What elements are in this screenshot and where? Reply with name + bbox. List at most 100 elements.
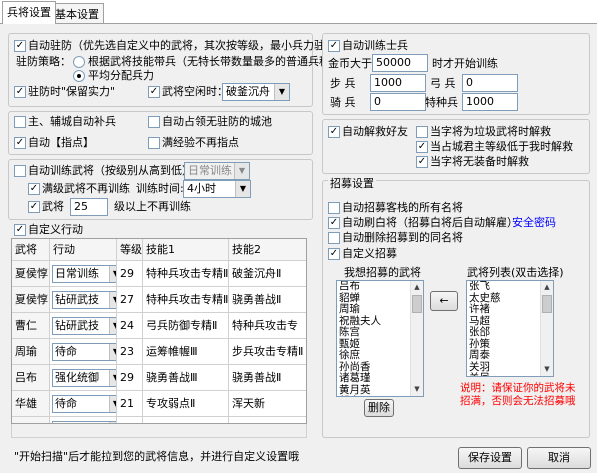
- infantry-label: 步 兵: [330, 77, 356, 90]
- recruit-opt-1-checkbox[interactable]: [328, 217, 340, 229]
- keep-strength-label: 驻防时"保留实力": [28, 85, 116, 98]
- action-select[interactable]: 强化统御 ▼: [52, 369, 116, 387]
- tab-general-settings[interactable]: 兵将设置: [2, 1, 56, 24]
- table-header-3[interactable]: 技能1: [143, 239, 229, 261]
- idle-general-checkbox[interactable]: [148, 86, 160, 98]
- auto-occupy-checkbox[interactable]: [148, 116, 160, 128]
- tab-basic-settings[interactable]: 基本设置: [50, 3, 104, 23]
- generals-list-scrollbar[interactable]: ▲ ▼: [540, 281, 553, 376]
- chevron-down-icon: ▼: [274, 84, 289, 100]
- scroll-down-icon[interactable]: ▼: [541, 363, 553, 376]
- special-label: 特种兵: [425, 96, 458, 109]
- recruit-opt-1-label: 自动刷白将（招募白将后自动解雇）: [342, 216, 518, 229]
- custom-action-checkbox[interactable]: [14, 224, 26, 236]
- generals-list[interactable]: 张飞太史慈许褚马超张郃孙策周泰关羽关凤甘宁▲▼: [466, 280, 554, 377]
- radio-average[interactable]: [73, 70, 85, 82]
- move-left-button[interactable]: ←: [430, 291, 458, 311]
- idle-action-select[interactable]: 破釜沉舟 ▼: [222, 83, 290, 101]
- table-header-0[interactable]: 武将: [12, 239, 50, 261]
- idle-action-value: 破釜沉舟: [226, 85, 270, 98]
- action-select[interactable]: 钻研武技 ▼: [52, 317, 116, 335]
- general-level-input[interactable]: 25: [70, 198, 108, 216]
- recruit-opt-0-checkbox[interactable]: [328, 202, 340, 214]
- table-cell: 23: [117, 339, 143, 365]
- action-select[interactable]: 待命 ▼: [52, 343, 116, 361]
- train-time-label: 训练时间:: [136, 182, 184, 195]
- infantry-input[interactable]: 1000: [370, 74, 426, 92]
- idle-general-label: 武将空闲时：: [162, 85, 228, 98]
- auto-train-troops-label: 自动训练士兵: [342, 39, 408, 52]
- safe-password-link[interactable]: 安全密码: [512, 216, 556, 230]
- table-cell: 华雄: [12, 391, 50, 417]
- unfriend-opt-1-checkbox[interactable]: [416, 141, 428, 153]
- radio-by-skill[interactable]: [73, 56, 85, 68]
- general-level-checkbox[interactable]: [28, 201, 40, 213]
- table-cell: 骁勇善战Ⅲ: [143, 365, 229, 391]
- table-cell: 弓兵防御专精Ⅱ: [143, 313, 229, 339]
- main-city-checkbox[interactable]: [14, 116, 26, 128]
- list-item[interactable]: 郭嘉: [339, 395, 360, 396]
- wanted-list-scrollbar[interactable]: ▲ ▼: [410, 281, 423, 396]
- chevron-down-icon: ▼: [109, 370, 116, 386]
- table-cell: 许褚: [12, 417, 50, 423]
- cancel-button[interactable]: 取消: [527, 447, 591, 469]
- table-cell: 特种兵攻击专: [229, 313, 306, 339]
- auto-train-checkbox[interactable]: [14, 165, 26, 177]
- action-select[interactable]: 钻研武技 ▼: [52, 291, 116, 309]
- table-cell: 27: [117, 287, 143, 313]
- train-mode-select[interactable]: 日常训练 ▼: [184, 162, 250, 180]
- table-cell: 运筹帷幄Ⅲ: [143, 339, 229, 365]
- unfriend-opt-1-label: 当占城君主等级低于我时解救: [430, 140, 573, 153]
- full-level-checkbox[interactable]: [28, 183, 40, 195]
- action-select[interactable]: 日常训练 ▼: [52, 265, 116, 283]
- table-cell: 夏侯惇: [12, 287, 50, 313]
- scroll-down-icon[interactable]: ▼: [411, 383, 423, 396]
- table-header-4[interactable]: 技能2: [229, 239, 306, 261]
- table-cell: 24: [117, 313, 143, 339]
- gold-input[interactable]: 50000: [372, 54, 428, 72]
- chevron-down-icon: ▼: [109, 396, 116, 412]
- garrison-strategy-label: 驻防策略：: [16, 55, 71, 68]
- auto-point-label: 自动【指点】: [28, 136, 94, 149]
- cavalry-input[interactable]: 0: [370, 93, 426, 111]
- auto-unfriend-label: 自动解救好友: [342, 125, 408, 138]
- table-cell: 破釜沉舟Ⅱ: [143, 417, 229, 423]
- table-cell: 浑天新: [229, 391, 306, 417]
- unfriend-opt-2-checkbox[interactable]: [416, 156, 428, 168]
- full-exp-checkbox[interactable]: [148, 137, 160, 149]
- keep-strength-checkbox[interactable]: [14, 86, 26, 98]
- scroll-up-icon[interactable]: ▲: [541, 281, 553, 294]
- delete-button[interactable]: 删除: [364, 399, 394, 417]
- auto-train-troops-checkbox[interactable]: [328, 40, 340, 52]
- table-cell[interactable]: 日常训练 ▼: [50, 261, 117, 287]
- horizontal-scrollbar[interactable]: [11, 424, 307, 438]
- table-cell[interactable]: 钻研武技 ▼: [50, 313, 117, 339]
- auto-garrison-checkbox[interactable]: [14, 40, 26, 52]
- archer-input[interactable]: 0: [462, 74, 518, 92]
- table-cell: 破釜沉舟Ⅱ: [229, 261, 306, 287]
- save-button[interactable]: 保存设置: [458, 447, 522, 469]
- scroll-thumb[interactable]: [412, 295, 422, 313]
- auto-unfriend-checkbox[interactable]: [328, 126, 340, 138]
- wanted-list[interactable]: 吕布貂蝉周瑜祝融夫人陈宫甄姬徐庶孙尚香诸葛瑾黄月英郭嘉▲▼: [336, 280, 424, 397]
- table-cell[interactable]: 待命▼: [50, 417, 117, 423]
- action-select[interactable]: 待命 ▼: [52, 395, 116, 413]
- recruit-title: 招募设置: [328, 177, 376, 191]
- table-cell[interactable]: 强化统御 ▼: [50, 365, 117, 391]
- special-input[interactable]: 1000: [462, 93, 518, 111]
- recruit-opt-3-checkbox[interactable]: [328, 248, 340, 260]
- table-cell[interactable]: 待命▼: [50, 339, 117, 365]
- auto-occupy-label: 自动占领无驻防的城池: [162, 115, 272, 128]
- scroll-thumb[interactable]: [542, 295, 552, 313]
- scroll-up-icon[interactable]: ▲: [411, 281, 423, 294]
- recruit-opt-2-checkbox[interactable]: [328, 232, 340, 244]
- unfriend-opt-0-checkbox[interactable]: [416, 126, 428, 138]
- auto-point-checkbox[interactable]: [14, 137, 26, 149]
- unfriend-opt-0-label: 当字将为垃圾武将时解救: [430, 125, 551, 138]
- table-header-2[interactable]: 等级: [117, 239, 143, 261]
- train-time-select[interactable]: 4小时 ▼: [183, 180, 251, 198]
- table-cell[interactable]: 待命▼: [50, 391, 117, 417]
- table-header-1[interactable]: 行动: [50, 239, 117, 261]
- table-cell[interactable]: 钻研武技 ▼: [50, 287, 117, 313]
- recruit-opt-3-label: 自定义招募: [342, 247, 397, 260]
